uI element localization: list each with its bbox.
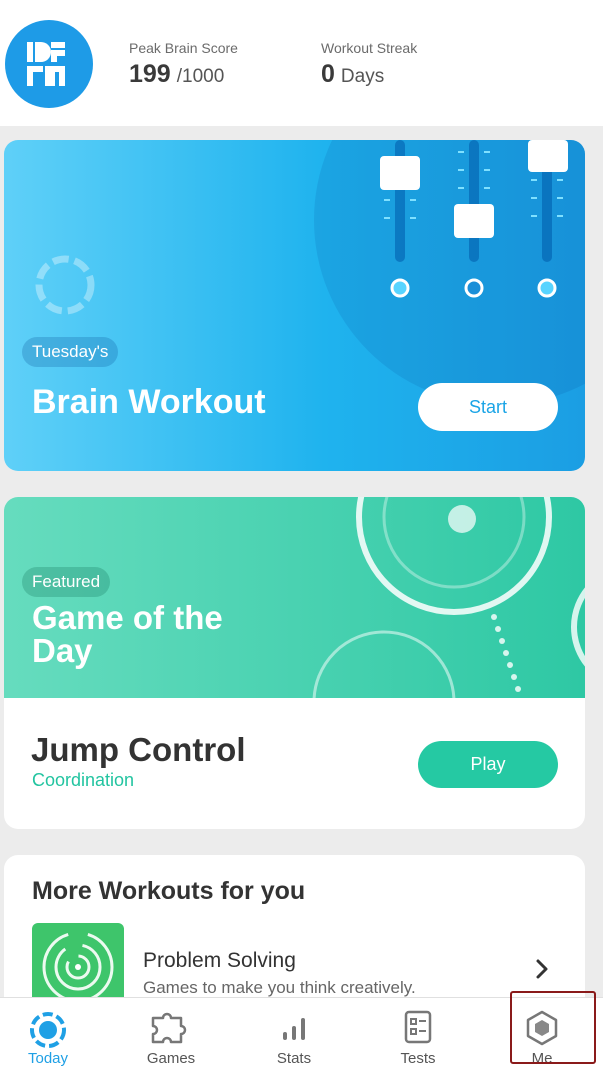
annotation-highlight-box [510,991,596,1064]
brand-logo[interactable] [5,20,93,108]
streak-unit: Days [340,66,385,87]
tab-stats[interactable]: Stats [234,998,354,1070]
list-item-subtitle: Games to make you think creatively. [143,978,416,997]
tab-label-stats: Stats [276,1050,312,1067]
circles-illustration [312,497,585,698]
app-header: Peak Brain Score 199/1000 Workout Streak… [0,0,603,126]
peak-score-label: Peak Brain Score [129,40,238,56]
featured-badge: Featured [22,567,111,597]
day-badge: Tuesday's [22,337,119,367]
start-button[interactable]: Start [418,383,558,431]
game-name: Jump Control [31,731,246,768]
bar-chart-icon [283,1018,305,1040]
peak-score-max: /1000 [176,66,225,87]
problem-solving-thumbnail[interactable] [32,923,124,1003]
tab-label-tests: Tests [400,1050,436,1067]
game-banner: Featured Game of the Day [4,497,585,698]
game-category: Coordination [32,770,135,790]
tab-today[interactable]: Today [0,998,108,1070]
play-button[interactable]: Play [418,741,558,788]
game-of-day-card[interactable]: Featured Game of the Day Jump Control Co… [4,497,585,829]
logo-icon [27,42,65,86]
chevron-right-icon[interactable] [533,957,551,981]
game-of-day-title: Game of the Day [32,599,223,669]
tab-label-today: Today [27,1050,69,1067]
streak-label: Workout Streak [321,40,418,56]
tab-label-games: Games [146,1050,196,1067]
streak-number: 0 [321,60,335,88]
streak-value: 0 Days [321,60,384,89]
maze-icon [42,931,114,1003]
tab-tests[interactable]: Tests [358,998,478,1070]
loading-ring-icon [35,255,95,315]
peak-score-value: 199/1000 [129,60,224,89]
workout-title: Brain Workout [32,383,266,421]
section-title: More Workouts for you [32,877,306,905]
list-item-title[interactable]: Problem Solving [143,949,296,973]
clipboard-icon [404,1010,432,1044]
sliders-illustration [380,140,568,298]
brain-workout-card[interactable]: Tuesday's Brain Workout Start [4,140,585,471]
puzzle-icon [151,1012,187,1044]
tab-games[interactable]: Games [111,998,231,1070]
today-icon [30,1012,66,1048]
peak-score-number: 199 [129,60,171,88]
